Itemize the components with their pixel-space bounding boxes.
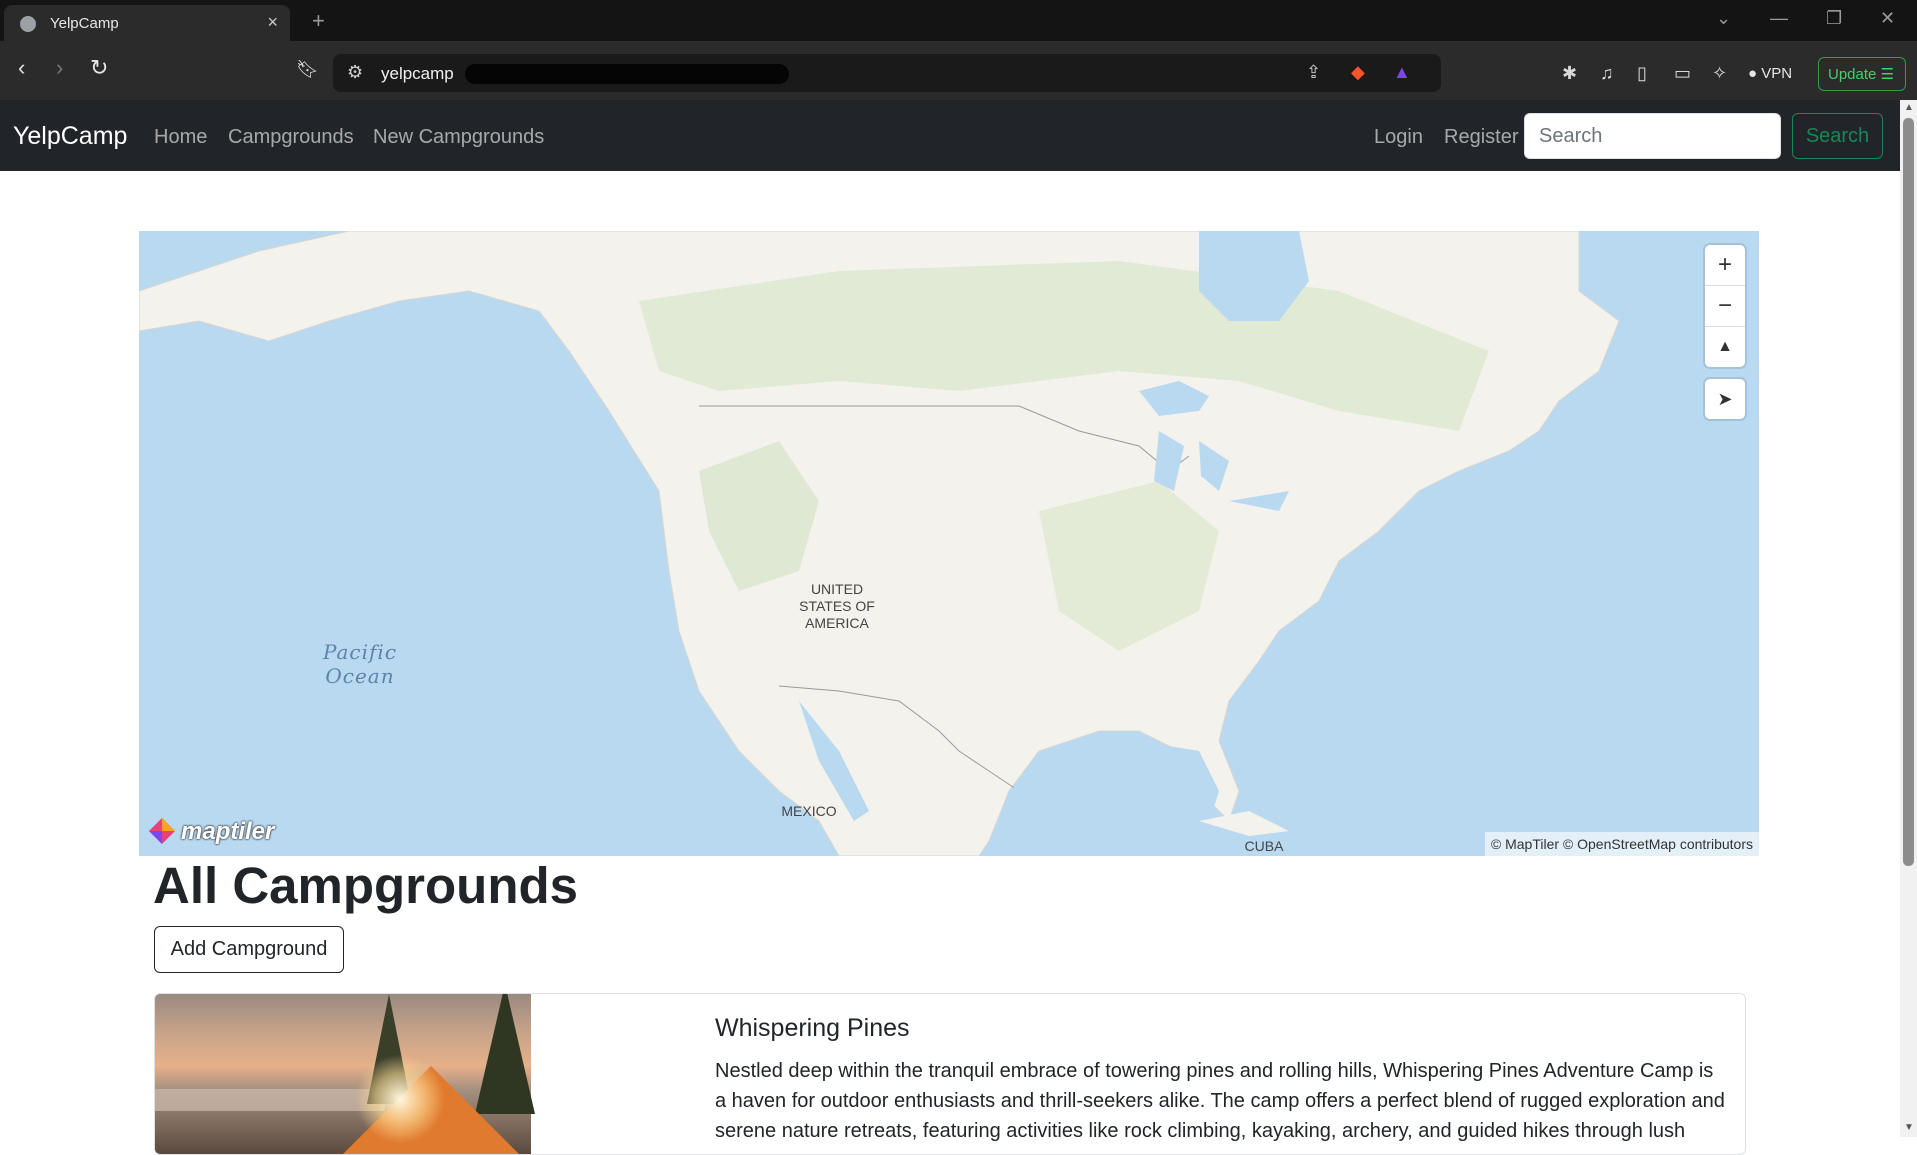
wallet-icon[interactable]: ▭ [1674, 63, 1691, 84]
scroll-down-icon[interactable]: ▼ [1904, 1122, 1914, 1133]
update-label: Update [1828, 66, 1877, 83]
search-button[interactable]: Search [1792, 113, 1883, 159]
scroll-up-icon[interactable]: ▲ [1904, 102, 1914, 113]
brave-rewards-icon[interactable]: ▲ [1393, 62, 1411, 83]
image-sun [355, 1054, 445, 1144]
browser-tab[interactable]: YelpCamp × [4, 5, 290, 41]
scrollbar-thumb[interactable] [1903, 118, 1914, 866]
brave-shields-icon[interactable]: ◆ [1351, 62, 1365, 83]
extensions-icon[interactable]: ✱ [1562, 63, 1577, 84]
reload-icon[interactable]: ↻ [90, 55, 108, 81]
campground-image [155, 994, 535, 1154]
vpn-button[interactable]: ● VPN [1748, 65, 1792, 82]
map-navigation-control: + − ▲ [1705, 245, 1745, 367]
redacted-url [465, 64, 789, 84]
sidebar-icon[interactable]: ▯ [1637, 63, 1647, 84]
share-icon[interactable]: ⇪ [1306, 62, 1321, 83]
campground-description: Nestled deep within the tranquil embrace… [715, 1060, 1725, 1142]
forward-icon[interactable]: › [56, 55, 63, 81]
nav-new-campgrounds[interactable]: New Campgrounds [373, 126, 544, 149]
map-basemap [139, 231, 1620, 856]
close-window-icon[interactable]: ✕ [1880, 8, 1895, 29]
nav-campgrounds[interactable]: Campgrounds [228, 126, 354, 149]
map-label-usa: UNITED STATES OF AMERICA [799, 581, 875, 631]
site-settings-icon[interactable]: ⚙︎ [347, 62, 363, 83]
new-tab-icon[interactable]: + [312, 8, 325, 34]
minimize-icon[interactable]: — [1770, 8, 1788, 29]
maptiler-logo-text: maptiler [181, 818, 275, 845]
nav-home[interactable]: Home [154, 126, 207, 149]
media-icon[interactable]: ♫ [1600, 63, 1614, 84]
add-campground-button[interactable]: Add Campground [154, 926, 344, 973]
map-attribution[interactable]: © MapTiler © OpenStreetMap contributors [1484, 832, 1759, 856]
maptiler-logo-mark [149, 818, 175, 844]
vpn-label: VPN [1761, 65, 1793, 82]
address-bar[interactable]: ⚙︎ yelpcamp ⇪ ◆ ▲ [333, 54, 1441, 92]
update-button[interactable]: Update ☰ [1818, 57, 1906, 91]
browser-tab-bar: YelpCamp × + ⌄ — ❐ ✕ [0, 0, 1917, 41]
nav-register[interactable]: Register [1444, 126, 1518, 149]
url-text: yelpcamp [381, 64, 454, 83]
campground-title: Whispering Pines [715, 1014, 910, 1042]
tab-search-chevron-icon[interactable]: ⌄ [1716, 8, 1731, 29]
search-input[interactable] [1524, 113, 1781, 159]
page-scrollbar[interactable]: ▲ ▼ [1900, 100, 1917, 1137]
campground-card: Whispering Pines Nestled deep within the… [154, 993, 1746, 1155]
cluster-map[interactable]: UNITED STATES OF AMERICA MEXICO CUBA Pac… [139, 231, 1759, 856]
map-label-mexico: MEXICO [781, 803, 837, 819]
browser-toolbar: ‹ › ↻ 🔖︎ ⚙︎ yelpcamp ⇪ ◆ ▲ ✱ ♫ ▯ ▭ ✧ ● V… [0, 41, 1917, 100]
map-label-pacific-ocean: Pacific Ocean [322, 640, 398, 688]
compass-button[interactable]: ▲ [1705, 327, 1745, 367]
back-icon[interactable]: ‹ [18, 55, 25, 81]
zoom-in-button[interactable]: + [1705, 245, 1745, 286]
map-label-cuba: CUBA [1244, 838, 1284, 854]
zoom-out-button[interactable]: − [1705, 286, 1745, 327]
close-tab-icon[interactable]: × [267, 12, 278, 33]
restore-icon[interactable]: ❐ [1826, 8, 1842, 29]
globe-icon [20, 16, 36, 32]
site-navbar: YelpCamp Home Campgrounds New Campground… [0, 100, 1900, 171]
leo-ai-icon[interactable]: ✧ [1712, 63, 1727, 84]
bookmark-icon[interactable]: 🔖︎ [296, 59, 319, 80]
geolocate-button[interactable]: ➤ [1705, 379, 1745, 419]
page-title: All Campgrounds [153, 857, 579, 914]
tab-title: YelpCamp [50, 15, 119, 32]
nav-login[interactable]: Login [1374, 126, 1423, 149]
brand-logo[interactable]: YelpCamp [13, 122, 127, 151]
